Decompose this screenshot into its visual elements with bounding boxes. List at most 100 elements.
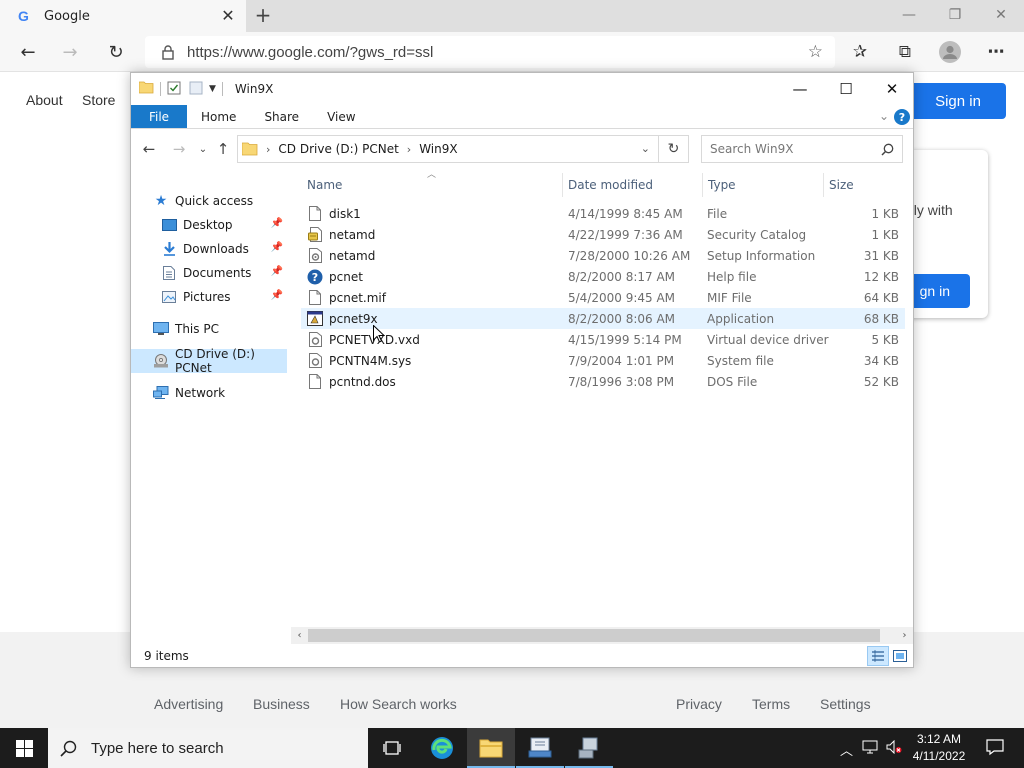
footer-advertising-link[interactable]: Advertising	[154, 696, 223, 712]
browser-toolbar: ← → ↻ https://www.google.com/?gws_rd=ssl…	[0, 32, 1024, 72]
computer-icon[interactable]	[565, 728, 613, 768]
explorer-title-bar[interactable]: ▼ Win9X — ☐ ✕	[131, 73, 913, 105]
notifications-icon[interactable]	[986, 738, 1004, 760]
back-arrow-icon[interactable]: ←	[13, 38, 43, 66]
column-header-date-modified[interactable]: Date modified	[562, 171, 701, 199]
file-size: 5 KB	[871, 332, 899, 347]
scroll-right-icon[interactable]: ›	[896, 627, 913, 644]
browser-tab-google[interactable]: G Google ✕	[0, 0, 246, 32]
forward-arrow-icon[interactable]: →	[169, 139, 189, 159]
edge-icon[interactable]	[418, 728, 466, 768]
column-header-size[interactable]: Size	[823, 171, 905, 199]
recent-locations-chevron-icon[interactable]: ⌄	[193, 139, 213, 159]
task-view-icon[interactable]	[368, 728, 416, 768]
store-link[interactable]: Store	[82, 92, 115, 108]
tab-share[interactable]: Share	[250, 105, 313, 128]
breadcrumb[interactable]: › CD Drive (D:) PCNet › Win9X ⌄	[237, 135, 659, 163]
new-tab-icon[interactable]: +	[253, 4, 273, 26]
toolbar-divider	[221, 82, 223, 96]
search-input[interactable]: Search Win9X	[701, 135, 903, 163]
nav-label: CD Drive (D:) PCNet	[175, 347, 255, 375]
sign-in-button[interactable]: Sign in	[910, 83, 1006, 119]
start-windows-icon[interactable]	[0, 728, 48, 768]
explorer-maximize-icon[interactable]: ☐	[823, 73, 869, 105]
up-arrow-icon[interactable]: ↑	[213, 139, 233, 159]
reload-icon[interactable]: ↻	[101, 38, 131, 66]
breadcrumb-win9x[interactable]: Win9X	[419, 142, 457, 156]
file-row[interactable]: netamd 4/22/1999 7:36 AM Security Catalo…	[301, 224, 905, 245]
file-date: 8/2/2000 8:06 AM	[568, 311, 676, 326]
nav-network[interactable]: Network	[131, 381, 287, 405]
nav-cd-drive[interactable]: CD Drive (D:) PCNet	[131, 347, 287, 375]
url-text[interactable]: https://www.google.com/?gws_rd=ssl	[187, 44, 433, 61]
properties-icon[interactable]	[167, 81, 181, 98]
favorites-icon[interactable]: ✰	[848, 40, 872, 64]
file-row[interactable]: pcntnd.dos 7/8/1996 3:08 PM DOS File 52 …	[301, 371, 905, 392]
scrollbar-thumb[interactable]	[308, 629, 880, 642]
about-link[interactable]: About	[26, 92, 63, 108]
expand-ribbon-chevron-icon[interactable]: ⌄	[879, 109, 889, 123]
footer-terms-link[interactable]: Terms	[752, 696, 790, 712]
nav-downloads[interactable]: Downloads 📌	[131, 237, 287, 261]
horizontal-scrollbar[interactable]: ‹ ›	[291, 627, 913, 644]
profile-avatar-icon[interactable]	[938, 40, 962, 64]
footer-settings-link[interactable]: Settings	[820, 696, 871, 712]
taskbar-clock[interactable]: 3:12 AM 4/11/2022	[904, 731, 974, 765]
file-row[interactable]: PCNETVXD.vxd 4/15/1999 5:14 PM Virtual d…	[301, 329, 905, 350]
details-view-icon[interactable]	[867, 646, 889, 666]
explorer-close-icon[interactable]: ✕	[869, 73, 915, 105]
browser-restore-icon[interactable]: ❐	[932, 0, 978, 30]
show-hidden-icons-chevron-icon[interactable]: ︿	[840, 740, 853, 759]
file-row[interactable]: pcnet9x 8/2/2000 8:06 AM Application 68 …	[301, 308, 905, 329]
nav-this-pc[interactable]: This PC	[131, 317, 287, 341]
favorite-star-icon[interactable]: ☆	[808, 42, 823, 62]
footer-how-search-works-link[interactable]: How Search works	[340, 696, 457, 712]
file-explorer-icon[interactable]	[467, 728, 515, 768]
large-icons-view-icon[interactable]	[889, 646, 911, 666]
browser-minimize-icon[interactable]: —	[886, 0, 932, 30]
nav-documents[interactable]: Documents 📌	[131, 261, 287, 285]
column-header-name[interactable]: Name	[301, 171, 561, 199]
breadcrumb-separator-icon[interactable]: ›	[407, 143, 411, 156]
forward-arrow-icon[interactable]: →	[55, 38, 85, 66]
customize-toolbar-dropdown-icon[interactable]: ▼	[209, 84, 216, 94]
refresh-icon[interactable]: ↻	[659, 135, 689, 163]
more-menu-icon[interactable]: ⋯	[984, 40, 1008, 64]
nav-quick-access[interactable]: ★ Quick access	[131, 189, 287, 213]
pin-icon[interactable]: 📌	[271, 218, 283, 229]
taskbar-search-input[interactable]: Type here to search	[48, 728, 368, 768]
column-header-type[interactable]: Type	[702, 171, 822, 199]
file-row[interactable]: pcnet.mif 5/4/2000 9:45 AM MIF File 64 K…	[301, 287, 905, 308]
explorer-minimize-icon[interactable]: —	[777, 73, 823, 105]
nav-pictures[interactable]: Pictures 📌	[131, 285, 287, 309]
footer-privacy-link[interactable]: Privacy	[676, 696, 722, 712]
breadcrumb-separator-icon[interactable]: ›	[266, 143, 270, 156]
browser-close-icon[interactable]: ✕	[978, 0, 1024, 30]
network-setup-icon[interactable]	[516, 728, 564, 768]
breadcrumb-cd-drive[interactable]: CD Drive (D:) PCNet	[278, 142, 398, 156]
collections-icon[interactable]: ⧉	[893, 40, 917, 64]
scroll-left-icon[interactable]: ‹	[291, 627, 308, 644]
nav-desktop[interactable]: Desktop 📌	[131, 213, 287, 237]
pin-icon[interactable]: 📌	[271, 290, 283, 301]
back-arrow-icon[interactable]: ←	[139, 139, 159, 159]
file-type: File	[707, 206, 728, 221]
network-tray-icon[interactable]	[862, 740, 878, 758]
file-row[interactable]: PCNTN4M.sys 7/9/2004 1:01 PM System file…	[301, 350, 905, 371]
help-icon[interactable]: ?	[894, 109, 910, 125]
volume-muted-icon[interactable]	[886, 739, 902, 758]
new-folder-icon[interactable]	[189, 81, 203, 98]
svg-text:?: ?	[312, 271, 318, 284]
file-row[interactable]: ? pcnet 8/2/2000 8:17 AM Help file 12 KB	[301, 266, 905, 287]
address-bar[interactable]: https://www.google.com/?gws_rd=ssl ☆	[145, 36, 835, 68]
file-row[interactable]: netamd 7/28/2000 10:26 AM Setup Informat…	[301, 245, 905, 266]
pin-icon[interactable]: 📌	[271, 242, 283, 253]
tab-view[interactable]: View	[313, 105, 369, 128]
address-history-chevron-icon[interactable]: ⌄	[641, 142, 650, 155]
tab-file[interactable]: File	[131, 105, 187, 128]
tab-home[interactable]: Home	[187, 105, 250, 128]
file-row[interactable]: disk1 4/14/1999 8:45 AM File 1 KB	[301, 203, 905, 224]
tab-close-icon[interactable]: ✕	[220, 8, 236, 24]
footer-business-link[interactable]: Business	[253, 696, 310, 712]
pin-icon[interactable]: 📌	[271, 266, 283, 277]
